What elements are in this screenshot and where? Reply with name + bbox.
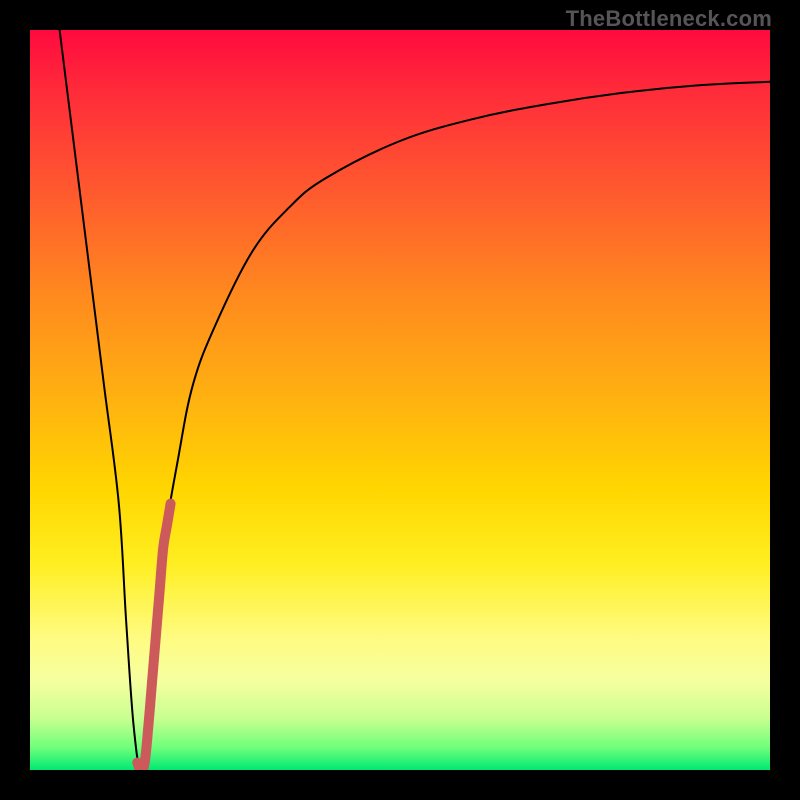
plot-area (30, 30, 770, 770)
watermark-text: TheBottleneck.com (566, 6, 772, 32)
bottleneck-curve (60, 30, 770, 770)
highlight-segment (137, 504, 170, 770)
chart-frame: TheBottleneck.com (0, 0, 800, 800)
curve-layer (30, 30, 770, 770)
